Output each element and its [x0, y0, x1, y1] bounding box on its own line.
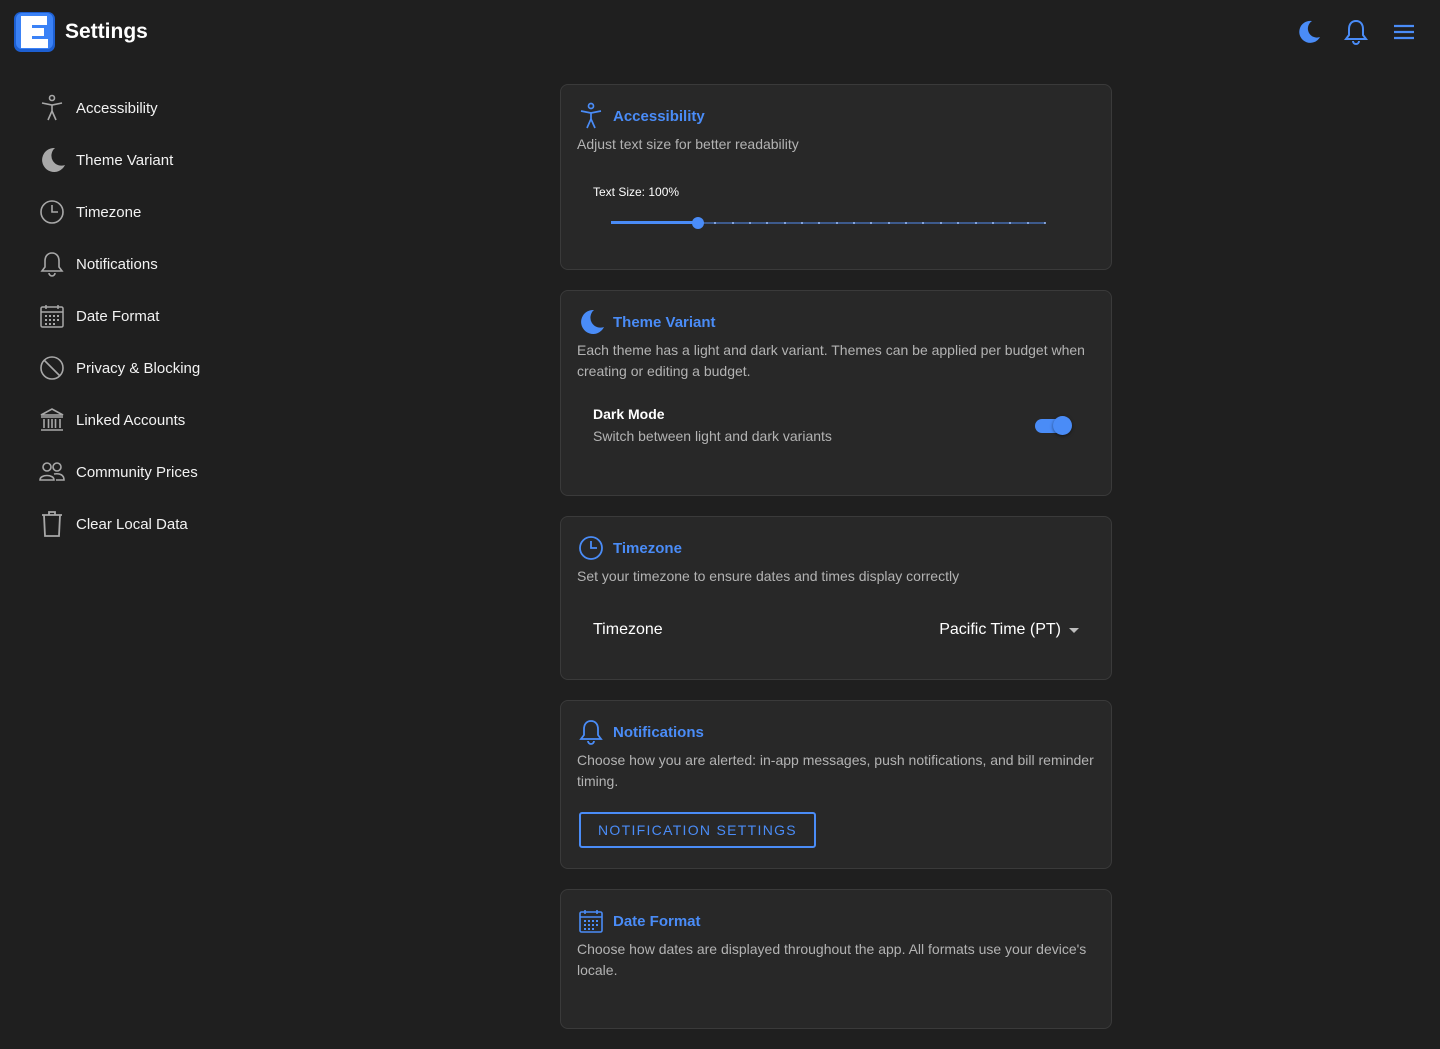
slider-step-mark	[783, 222, 786, 224]
block-icon	[38, 354, 66, 382]
slider-step-mark	[800, 222, 803, 224]
dark-mode-toggle[interactable]	[1035, 415, 1072, 435]
timezone-field-label: Timezone	[593, 621, 663, 638]
notifications-card: Notifications Choose how you are alerted…	[560, 700, 1112, 869]
slider-step-mark	[731, 222, 734, 224]
card-description: Each theme has a light and dark variant.…	[577, 342, 1085, 379]
chevron-down-icon	[1069, 627, 1079, 633]
sidebar-item-label: Community Prices	[76, 463, 198, 481]
people-icon	[38, 458, 66, 486]
clock-icon	[38, 198, 66, 226]
dark-mode-description: Switch between light and dark variants	[593, 428, 832, 444]
theme-variant-card: Theme Variant Each theme has a light and…	[560, 290, 1112, 496]
sidebar-item-label: Clear Local Data	[76, 515, 188, 533]
accessibility-icon	[577, 102, 605, 130]
sidebar-item-label: Privacy & Blocking	[76, 359, 201, 377]
toggle-knob	[1053, 416, 1072, 435]
bell-icon	[38, 250, 66, 278]
slider-step-mark	[748, 222, 751, 224]
page-title: Settings	[65, 20, 148, 43]
trash-icon	[38, 510, 66, 538]
menu-icon[interactable]	[1388, 16, 1420, 48]
sidebar-item-linked-accounts[interactable]: Linked Accounts	[0, 394, 280, 446]
moon-icon[interactable]	[1292, 16, 1324, 48]
bell-icon	[577, 718, 605, 746]
card-title: Timezone	[613, 539, 682, 557]
app-logo[interactable]	[14, 12, 56, 52]
sidebar-item-accessibility[interactable]: Accessibility	[0, 82, 280, 134]
sidebar-item-theme-variant[interactable]: Theme Variant	[0, 134, 280, 186]
text-size-slider[interactable]	[611, 215, 1046, 231]
timezone-card: Timezone Set your timezone to ensure dat…	[560, 516, 1112, 680]
slider-step-mark	[835, 222, 838, 224]
card-title: Theme Variant	[613, 313, 716, 331]
card-title: Notifications	[613, 723, 704, 741]
sidebar-item-label: Theme Variant	[76, 151, 174, 169]
timezone-selected-value: Pacific Time (PT)	[939, 621, 1061, 638]
slider-step-mark	[939, 222, 942, 224]
sidebar-item-date-format[interactable]: Date Format	[0, 290, 280, 342]
moon-icon	[577, 308, 605, 336]
clock-icon	[577, 534, 605, 562]
calendar-icon	[577, 907, 605, 935]
moon-icon	[38, 146, 66, 174]
slider-step-mark	[974, 222, 977, 224]
card-description: Choose how dates are displayed throughou…	[577, 941, 1087, 978]
sidebar-item-privacy-blocking[interactable]: Privacy & Blocking	[0, 342, 280, 394]
sidebar-item-clear-local-data[interactable]: Clear Local Data	[0, 498, 280, 550]
sidebar-item-notifications[interactable]: Notifications	[0, 238, 280, 290]
bell-icon[interactable]	[1340, 16, 1372, 48]
sidebar-item-timezone[interactable]: Timezone	[0, 186, 280, 238]
card-description: Adjust text size for better readability	[577, 136, 799, 152]
slider-step-mark	[991, 222, 994, 224]
settings-content: Accessibility Adjust text size for bette…	[560, 84, 1112, 1049]
slider-step-mark	[1026, 222, 1029, 224]
slider-step-mark	[853, 222, 856, 224]
card-title: Date Format	[613, 912, 701, 930]
sidebar-item-label: Timezone	[76, 203, 142, 221]
accessibility-icon	[38, 94, 66, 122]
sidebar-nav: Accessibility Theme Variant Timezone Not…	[0, 82, 280, 550]
slider-step-mark	[887, 222, 890, 224]
sidebar-item-community-prices[interactable]: Community Prices	[0, 446, 280, 498]
dark-mode-label: Dark Mode	[593, 406, 665, 422]
date-format-card: Date Format Choose how dates are display…	[560, 889, 1112, 1029]
top-bar: Settings	[0, 0, 1440, 64]
bank-icon	[38, 406, 66, 434]
sidebar-item-label: Notifications	[76, 255, 158, 273]
text-size-label: Text Size: 100%	[593, 185, 680, 199]
calendar-icon	[38, 302, 66, 330]
sidebar-item-label: Date Format	[76, 307, 160, 325]
notification-settings-button[interactable]: NOTIFICATION SETTINGS	[579, 812, 816, 848]
slider-step-mark	[1044, 222, 1046, 224]
sidebar-item-label: Accessibility	[76, 99, 158, 117]
slider-fill	[611, 221, 698, 224]
card-description: Choose how you are alerted: in-app messa…	[577, 752, 1094, 789]
timezone-select[interactable]: Pacific Time (PT)	[939, 621, 1079, 639]
accessibility-card: Accessibility Adjust text size for bette…	[560, 84, 1112, 270]
card-title: Accessibility	[613, 107, 705, 125]
card-description: Set your timezone to ensure dates and ti…	[577, 568, 960, 584]
slider-thumb[interactable]	[691, 217, 704, 229]
sidebar-item-label: Linked Accounts	[76, 411, 186, 429]
